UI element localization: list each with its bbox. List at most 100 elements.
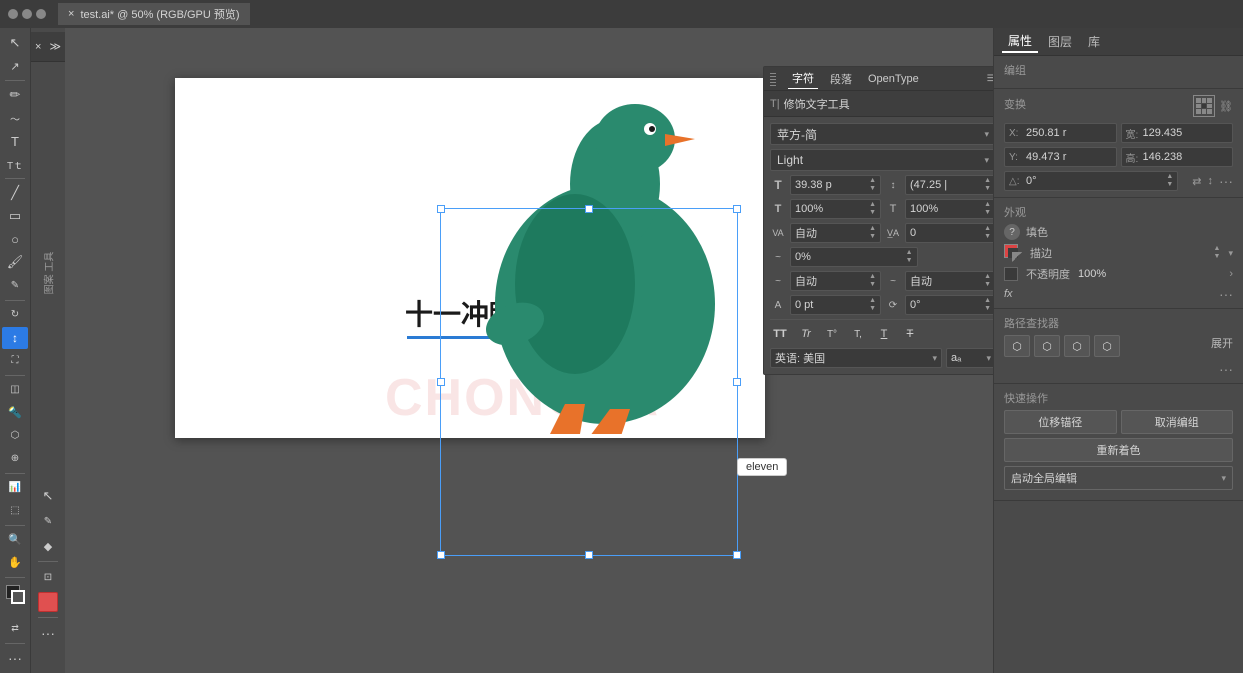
reflect-v-icon[interactable]: ↕ <box>1208 175 1214 187</box>
leading-up-arrow[interactable]: ▲ <box>984 177 991 185</box>
secondary-select[interactable]: ↖ <box>35 484 61 508</box>
vscale-down[interactable]: ▼ <box>984 209 991 217</box>
secondary-more[interactable]: ··· <box>35 621 61 645</box>
leading-input[interactable]: (47.25 | ▲ ▼ <box>905 175 993 195</box>
style-t-btn[interactable]: T <box>874 324 894 344</box>
close-dot[interactable] <box>8 9 18 19</box>
path-intersect-btn[interactable]: ⬡ <box>1064 335 1090 357</box>
recolor-btn[interactable]: 重新着色 <box>1004 438 1233 462</box>
column-graph-tool[interactable]: 📊 <box>2 477 28 499</box>
aa-select[interactable]: aₐ ▾ <box>946 348 993 368</box>
type-tool[interactable]: T <box>2 130 28 152</box>
more-tools[interactable]: ··· <box>2 647 28 669</box>
tab-character[interactable]: 字符 <box>788 68 818 89</box>
stroke-down[interactable]: ▼ <box>1214 253 1221 261</box>
vscale-up[interactable]: ▲ <box>984 201 991 209</box>
hand-tool[interactable]: ✋ <box>2 552 28 574</box>
pen-tool[interactable]: ✏ <box>2 84 28 106</box>
select-tool[interactable]: ↖ <box>2 32 28 54</box>
constrain-icon[interactable] <box>1193 95 1215 117</box>
panel-drag-handle[interactable] <box>770 72 776 86</box>
panel-menu-icon[interactable]: ≡ <box>987 70 993 88</box>
transform-more-icon[interactable]: ··· <box>1219 173 1233 189</box>
fill-stroke-indicator[interactable] <box>2 581 28 603</box>
h-scale-input[interactable]: 100% ▲ ▼ <box>790 199 881 219</box>
minimize-dot[interactable] <box>22 9 32 19</box>
fx-label[interactable]: fx <box>1004 288 1013 300</box>
stroke-up[interactable]: ▲ <box>1214 245 1221 253</box>
pencil-tool[interactable]: ✎ <box>2 274 28 296</box>
brush-tool[interactable]: 🖌 <box>2 251 28 273</box>
direct-select-tool[interactable]: ↗ <box>2 55 28 77</box>
maximize-dot[interactable] <box>36 9 46 19</box>
leading-down-arrow[interactable]: ▼ <box>984 185 991 193</box>
opacity-checkbox[interactable] <box>1004 267 1018 281</box>
appearance-more[interactable]: ··· <box>1219 286 1233 302</box>
ellipse-tool[interactable]: ○ <box>2 228 28 250</box>
stroke-indicator[interactable] <box>1004 244 1022 262</box>
panel-expand-icon[interactable]: ≫ <box>49 40 61 53</box>
secondary-view[interactable]: ⊡ <box>35 565 61 589</box>
rtab-properties[interactable]: 属性 <box>1002 30 1038 53</box>
auto2-input[interactable]: 自动 ▲ ▼ <box>905 271 993 291</box>
zoom-tool[interactable]: 🔍 <box>2 529 28 551</box>
language-select[interactable]: 英语: 美国 ▾ <box>770 348 942 368</box>
gradient-tool[interactable]: ◫ <box>2 379 28 401</box>
handle-bc[interactable] <box>585 551 593 559</box>
pathfinder-expand-label[interactable]: 展开 <box>1211 335 1233 357</box>
baseline-input[interactable]: 0 pt ▲ ▼ <box>790 295 881 315</box>
window-controls[interactable] <box>8 9 46 19</box>
font-style-select[interactable]: Light ▾ <box>770 149 993 171</box>
style-t-strike-btn[interactable]: T <box>900 324 920 344</box>
rot-up[interactable]: ▲ <box>1166 173 1173 181</box>
global-edit-btn[interactable]: 启动全局编辑 ▾ <box>1004 466 1233 490</box>
rect-tool[interactable]: ▭ <box>2 205 28 227</box>
style-tt-btn[interactable]: TT <box>770 324 790 344</box>
stroke-chevron[interactable]: ▾ <box>1228 248 1233 259</box>
symbol-tool[interactable]: ⊕ <box>2 448 28 470</box>
secondary-edit[interactable]: ✎ <box>35 509 61 533</box>
link-icon[interactable]: ⛓ <box>1219 100 1233 113</box>
hscale-down[interactable]: ▼ <box>869 209 876 217</box>
secondary-anchor[interactable]: ◆ <box>35 534 61 558</box>
kerning-up[interactable]: ▲ <box>984 225 991 233</box>
style-tr-btn[interactable]: Tr <box>796 324 816 344</box>
position-btn[interactable]: 位移锚径 <box>1004 410 1117 434</box>
kerning-down[interactable]: ▼ <box>984 233 991 241</box>
panel-header[interactable]: 字符 段落 OpenType ≡ <box>764 67 993 91</box>
v-scale-input[interactable]: 100% ▲ ▼ <box>905 199 993 219</box>
width-field[interactable]: 宽: 129.435 <box>1121 123 1234 143</box>
curvature-tool[interactable]: 〜 <box>2 107 28 129</box>
pathfinder-more[interactable]: ··· <box>1004 361 1233 377</box>
active-tab[interactable]: × test.ai* @ 50% (RGB/GPU 预览) <box>58 3 250 25</box>
ungroup-btn[interactable]: 取消编组 <box>1121 410 1234 434</box>
scale-tool[interactable]: ⛶ <box>2 350 28 372</box>
size-down-arrow[interactable]: ▼ <box>869 185 876 193</box>
rotation-field[interactable]: △: 0° ▲ ▼ <box>1004 171 1178 191</box>
blend-tool[interactable]: ⬡ <box>2 425 28 447</box>
rotate-input[interactable]: 0° ▲ ▼ <box>905 295 993 315</box>
reflect-h-icon[interactable]: ⇄ <box>1192 175 1201 188</box>
tracking-down[interactable]: ▼ <box>869 233 876 241</box>
font-family-select[interactable]: 苹方-简 ▾ <box>770 123 993 145</box>
opacity-expand[interactable]: › <box>1229 268 1233 280</box>
line-tool[interactable]: ╱ <box>2 182 28 204</box>
tracking-up[interactable]: ▲ <box>869 225 876 233</box>
height-field[interactable]: 高: 146.238 <box>1121 147 1234 167</box>
kerning-input[interactable]: 0 ▲ ▼ <box>905 223 993 243</box>
style-t-sup-btn[interactable]: T° <box>822 324 842 344</box>
percent-input[interactable]: 0% ▲ ▼ <box>790 247 918 267</box>
path-exclude-btn[interactable]: ⬡ <box>1094 335 1120 357</box>
tab-opentype[interactable]: OpenType <box>864 71 923 87</box>
size-up-arrow[interactable]: ▲ <box>869 177 876 185</box>
hscale-up[interactable]: ▲ <box>869 201 876 209</box>
path-minus-btn[interactable]: ⬡ <box>1034 335 1060 357</box>
reflect-tool[interactable]: ↕ <box>2 327 28 349</box>
tab-paragraph[interactable]: 段落 <box>826 69 856 89</box>
rtab-library[interactable]: 库 <box>1082 31 1106 52</box>
tracking-input[interactable]: 自动 ▲ ▼ <box>790 223 881 243</box>
x-field[interactable]: X: 250.81 r <box>1004 123 1117 143</box>
rotate-tool[interactable]: ↻ <box>2 303 28 325</box>
style-t-sub-btn[interactable]: T, <box>848 324 868 344</box>
handle-br[interactable] <box>733 551 741 559</box>
